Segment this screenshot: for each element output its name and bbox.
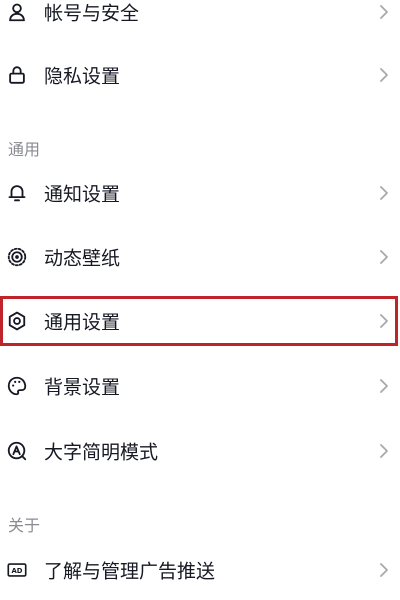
live-wallpaper-label: 动态壁纸 [44,247,121,270]
background-settings-row[interactable]: 背景设置 [0,356,400,416]
account-security-row[interactable]: 帐号与安全 [0,0,400,42]
chevron-right-icon [378,378,390,394]
background-settings-label: 背景设置 [44,376,121,399]
chevron-right-icon [378,67,390,83]
privacy-settings-row[interactable]: 隐私设置 [0,45,400,105]
section-header-about: 关于 [8,516,41,535]
person-icon [6,1,28,23]
notification-settings-label: 通知设置 [44,183,121,206]
svg-text:AD: AD [11,567,22,575]
lock-icon [6,64,28,86]
section-header-general: 通用 [8,140,41,159]
large-font-icon [6,440,28,462]
account-security-label: 帐号与安全 [44,2,140,25]
privacy-settings-label: 隐私设置 [44,65,121,88]
chevron-right-icon [378,443,390,459]
chevron-right-icon [378,562,390,578]
notification-settings-row[interactable]: 通知设置 [0,163,400,223]
large-font-mode-row[interactable]: 大字简明模式 [0,421,400,481]
large-font-mode-label: 大字简明模式 [44,441,159,464]
ad-icon: AD [6,559,28,581]
chevron-right-icon [378,313,390,329]
chevron-right-icon [378,185,390,201]
live-wallpaper-row[interactable]: 动态壁纸 [0,227,400,287]
general-settings-label: 通用设置 [44,311,121,334]
ad-preferences-label: 了解与管理广告推送 [44,560,216,583]
general-settings-row[interactable]: 通用设置 [0,291,400,351]
gear-icon [6,310,28,332]
ad-preferences-row[interactable]: AD 了解与管理广告推送 [0,540,400,600]
chevron-right-icon [378,4,390,20]
palette-icon [6,375,28,397]
live-wallpaper-icon [6,246,28,268]
bell-icon [6,182,28,204]
chevron-right-icon [378,249,390,265]
